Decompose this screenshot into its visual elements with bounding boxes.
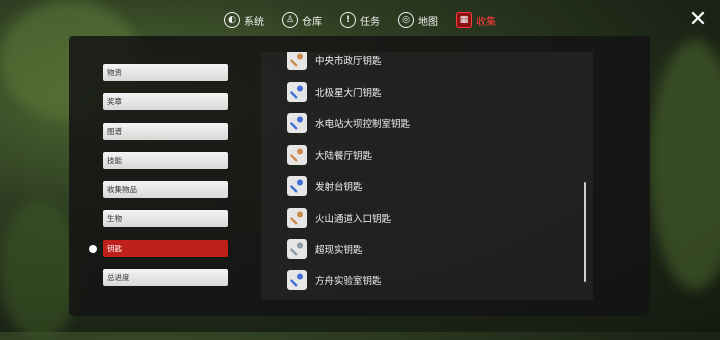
tab-label: 收集	[476, 16, 496, 28]
background-foliage	[0, 200, 80, 340]
category-label: 总进度	[107, 273, 130, 283]
category-label: 图谱	[107, 126, 122, 136]
key-name: 超现实钥匙	[315, 245, 363, 256]
category-item-selected[interactable]: 钥匙	[89, 239, 228, 257]
key-name: 发射台钥匙	[315, 182, 363, 193]
background-foliage	[650, 40, 720, 290]
top-nav: ◐ 系统 ♙ 仓库 ! 任务 ◎ 地图 ▦ 收集	[0, 8, 720, 32]
category-item[interactable]: 总进度	[103, 269, 228, 287]
selected-dot	[89, 244, 97, 253]
tab-label: 仓库	[302, 16, 322, 28]
tab-system[interactable]: ◐ 系统	[224, 12, 264, 28]
category-item[interactable]: 奖章	[103, 93, 228, 111]
category-item[interactable]: 物资	[103, 64, 228, 81]
list-item[interactable]: 中央市政厅钥匙	[287, 52, 382, 72]
blue-key-icon	[287, 113, 307, 133]
list-item[interactable]: 水电站大坝控制室钥匙	[287, 111, 410, 135]
tab-map[interactable]: ◎ 地图	[398, 12, 438, 28]
category-label: 奖章	[107, 97, 122, 107]
list-item[interactable]: 北极星大门钥匙	[287, 80, 382, 104]
key-name: 大陆餐厅钥匙	[315, 151, 373, 162]
category-label: 钥匙	[107, 243, 122, 253]
key-name: 北极星大门钥匙	[315, 88, 382, 99]
list-item[interactable]: 大陆餐厅钥匙	[287, 143, 372, 167]
blue-key-icon	[287, 270, 307, 290]
gold-key-icon	[287, 145, 307, 165]
list-item[interactable]: 超现实钥匙	[287, 237, 363, 261]
system-icon: ◐	[224, 12, 240, 28]
category-item[interactable]: 收集物品	[103, 181, 228, 199]
category-label: 收集物品	[107, 185, 137, 195]
blue-key-icon	[287, 82, 307, 102]
tab-label: 任务	[360, 16, 380, 28]
key-list[interactable]: 中央市政厅钥匙 北极星大门钥匙 水电站大坝控制室钥匙 大陆餐厅钥匙 发射台钥匙 …	[261, 52, 593, 300]
key-name: 火山通道入口钥匙	[315, 214, 392, 225]
close-icon[interactable]: ✕	[688, 9, 708, 31]
list-item[interactable]: 发射台钥匙	[287, 174, 363, 198]
tab-collection[interactable]: ▦ 收集	[456, 12, 496, 28]
tab-task[interactable]: ! 任务	[340, 12, 380, 28]
task-icon: !	[340, 12, 356, 28]
silver-key-icon	[287, 239, 307, 259]
gold-key-icon	[287, 52, 307, 70]
category-list: 物资 奖章 图谱 技能 收集物品 生物 钥匙 总进度	[89, 64, 228, 298]
blue-key-icon	[287, 176, 307, 196]
tab-warehouse[interactable]: ♙ 仓库	[282, 12, 322, 28]
category-label: 技能	[107, 155, 122, 165]
category-item[interactable]: 图谱	[103, 122, 228, 140]
key-name: 中央市政厅钥匙	[315, 56, 382, 67]
scrollbar[interactable]	[584, 182, 586, 282]
gold-key-icon	[287, 208, 307, 228]
list-item[interactable]: 火山通道入口钥匙	[287, 206, 391, 230]
warehouse-icon: ♙	[282, 12, 298, 28]
map-icon: ◎	[398, 12, 414, 28]
collection-icon: ▦	[456, 12, 472, 28]
category-label: 物资	[107, 68, 122, 77]
tab-label: 系统	[244, 16, 264, 28]
tab-label: 地图	[418, 16, 438, 28]
list-item[interactable]: 方舟实验室钥匙	[287, 268, 382, 292]
category-item[interactable]: 技能	[103, 151, 228, 169]
key-name: 水电站大坝控制室钥匙	[315, 119, 411, 130]
category-item[interactable]: 生物	[103, 210, 228, 228]
collection-panel: 物资 奖章 图谱 技能 收集物品 生物 钥匙 总进度 中央市政厅钥匙 北极星大门…	[69, 36, 650, 316]
key-name: 方舟实验室钥匙	[315, 276, 382, 287]
category-label: 生物	[107, 214, 122, 224]
